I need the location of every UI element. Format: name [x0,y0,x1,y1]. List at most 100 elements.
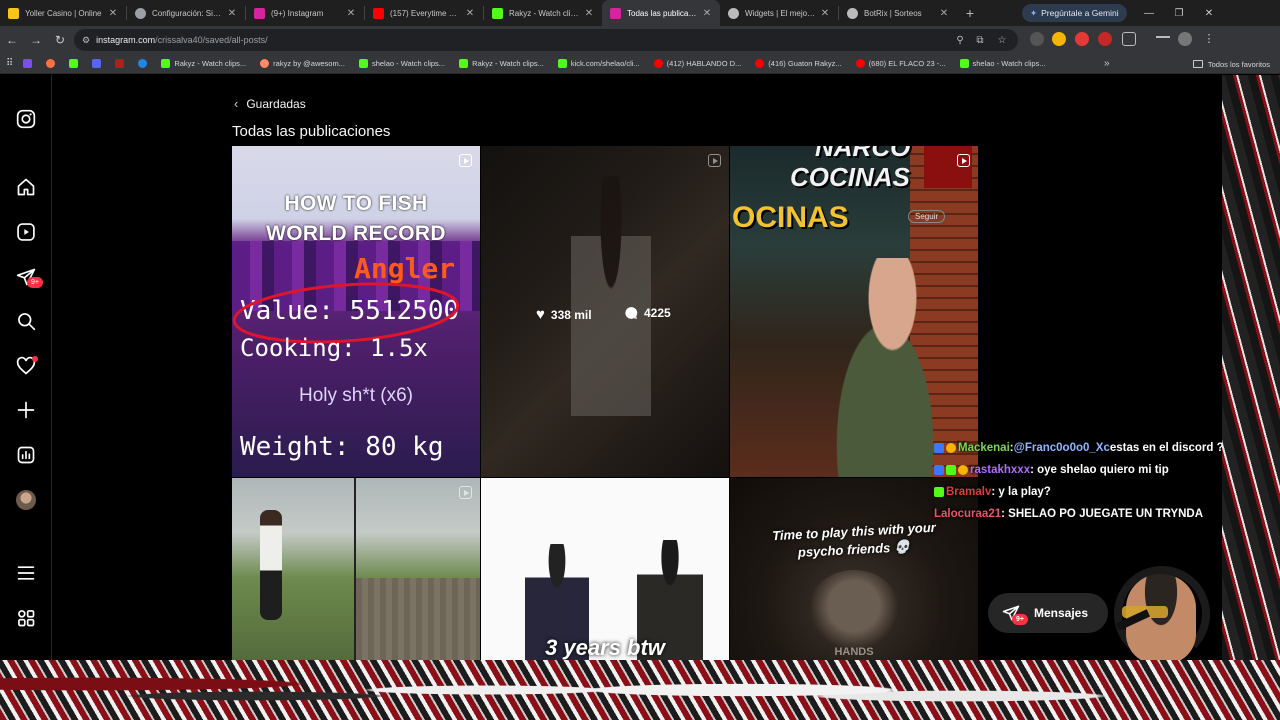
close-icon[interactable]: ✕ [702,8,712,19]
address-bar[interactable]: ⚙ instagram.com/crissalva40/saved/all-po… [74,29,1018,51]
post-narco-cocinas[interactable]: NARCO COCINAS OCINAS Seguir [730,146,978,477]
zoom-icon[interactable]: ⚲ [950,29,970,51]
comment-bubble-icon [625,307,638,319]
instagram-icon [610,7,621,19]
menu-kebab-icon[interactable]: ⋮ [1202,32,1216,46]
reload-button[interactable]: ↻ [48,33,72,47]
bookmark-item[interactable]: (680) EL FLACO 23 -... [855,59,946,68]
post-text-hands: HANDS [834,646,874,658]
notifications-badge: 9+ [27,277,43,288]
chat-badge-icon [958,465,968,475]
reel-icon [459,154,472,167]
post-landscape[interactable] [232,478,480,660]
reels-icon[interactable] [14,220,38,244]
profile-avatar[interactable] [14,488,38,512]
extension-icon[interactable] [1030,32,1044,46]
close-icon[interactable]: ✕ [346,8,356,19]
browser-tab[interactable]: Configuración: Sistem ✕ [127,0,245,26]
more-menu-icon[interactable] [14,561,38,585]
search-icon[interactable] [14,309,38,333]
post-text-narco: NARCO [815,146,911,162]
profile-avatar[interactable] [1178,32,1192,46]
browser-tab-active[interactable]: Todas las publicacion ✕ [602,0,720,26]
bookmark-item[interactable] [115,59,128,68]
extension-icon[interactable] [1075,32,1089,46]
close-icon[interactable]: ✕ [820,8,830,19]
chat-badge-icon [934,487,944,497]
heart-filled-icon: ♥ [536,306,545,323]
bookmarks-bar: ⠿ Rakyz - Watch clips... rakyz by @aweso… [0,54,1280,74]
botrix-icon [847,7,858,19]
close-icon[interactable]: ✕ [227,8,237,19]
instagram-logo-icon[interactable] [14,107,38,131]
ask-gemini-button[interactable]: ✦ Pregúntale a Gemini [1022,4,1127,22]
bookmark-star-icon[interactable]: ☆ [992,29,1012,51]
browser-tab[interactable]: (157) Everytime We T ✕ [365,0,483,26]
page-title: Todas las publicaciones [232,123,391,140]
bookmark-item[interactable]: Rakyz - Watch clips... [459,59,544,68]
close-icon[interactable]: ✕ [584,8,594,19]
back-to-saved-link[interactable]: ‹ Guardadas [234,96,306,111]
bookmark-item[interactable]: (416) Guaton Rakyz... [755,59,842,68]
browser-tab[interactable]: Widgets | El mejor so ✕ [720,0,838,26]
post-text-cocinas: COCINAS [790,162,910,192]
bookmark-item[interactable] [138,59,151,68]
close-icon[interactable]: ✕ [465,8,475,19]
bookmark-item[interactable] [69,59,82,68]
post-text-ocinas: OCINAS [732,201,849,234]
home-icon[interactable] [14,175,38,199]
create-plus-icon[interactable] [14,398,38,422]
chevron-left-icon: ‹ [234,96,239,111]
extensions-puzzle-icon[interactable] [1122,32,1136,46]
close-icon[interactable]: ✕ [939,8,949,19]
extension-icon[interactable] [1052,32,1066,46]
folder-icon [1192,60,1203,68]
settings-icon [135,7,146,19]
apps-grid-icon[interactable]: ⠿ [6,58,13,69]
screen: { "browser": { "tabs": [ {"label": "Yoll… [0,0,1280,720]
browser-tab[interactable]: (9+) Instagram ✕ [246,0,364,26]
all-favorites-folder[interactable]: Todos los favoritos [1192,54,1270,74]
bookmark-item[interactable] [23,59,36,68]
close-icon[interactable]: ✕ [108,8,118,19]
post-fishing-record[interactable]: HOW TO FISH WORLD RECORD Angler Value: 5… [232,146,480,477]
dashboard-icon[interactable] [14,443,38,467]
post-anime-characters[interactable]: 3 years btw [481,478,729,660]
kick-icon [492,7,503,19]
stream-border-right [1222,75,1280,660]
post-text-heading: WORLD RECORD [266,222,446,245]
browser-tab[interactable]: Yoller Casino | Online ✕ [0,0,126,26]
bookmark-item[interactable]: shelao - Watch clips... [959,59,1046,68]
back-button[interactable]: ← [0,33,24,47]
bookmark-item[interactable]: kick.com/shelao/cli... [557,59,640,68]
post-dance-video[interactable]: ♥ 338 mil 4225 [481,146,729,477]
install-icon[interactable]: ⧉ [970,29,990,51]
bookmark-item[interactable] [92,59,105,68]
notification-dot [32,356,38,362]
red-corner-logo [924,146,972,188]
more-bookmarks-chevron-icon[interactable]: » [1104,58,1110,69]
minimize-button[interactable]: — [1134,0,1164,26]
bookmark-item[interactable]: rakyz by @awesom... [260,59,345,68]
site-info-icon[interactable]: ⚙ [82,35,90,46]
bookmark-item[interactable]: Rakyz - Watch clips... [161,59,246,68]
forward-button[interactable]: → [24,33,48,47]
new-tab-button[interactable]: + [957,5,983,21]
follow-button-ghost: Seguir [908,210,946,223]
messages-badge: 9+ [1012,614,1028,625]
chat-badge-icon [946,443,956,453]
browser-tab[interactable]: BotRix | Sorteos ✕ [839,0,957,26]
bookmark-item[interactable] [46,59,59,68]
bookmark-item[interactable]: (412) HABLANDO D... [653,59,741,68]
widget-icon [728,7,739,19]
bookmark-item[interactable]: shelao - Watch clips... [358,59,445,68]
youtube-icon [373,7,384,19]
extension-icon[interactable] [1098,32,1112,46]
media-icon[interactable] [1156,36,1170,44]
reel-icon [708,154,721,167]
also-from-meta-icon[interactable] [14,606,38,630]
person-figure [260,510,282,620]
window-close-button[interactable]: ✕ [1194,0,1224,26]
restore-button[interactable]: ❐ [1164,0,1194,26]
browser-tab[interactable]: Rakyz - Watch clips c ✕ [484,0,602,26]
